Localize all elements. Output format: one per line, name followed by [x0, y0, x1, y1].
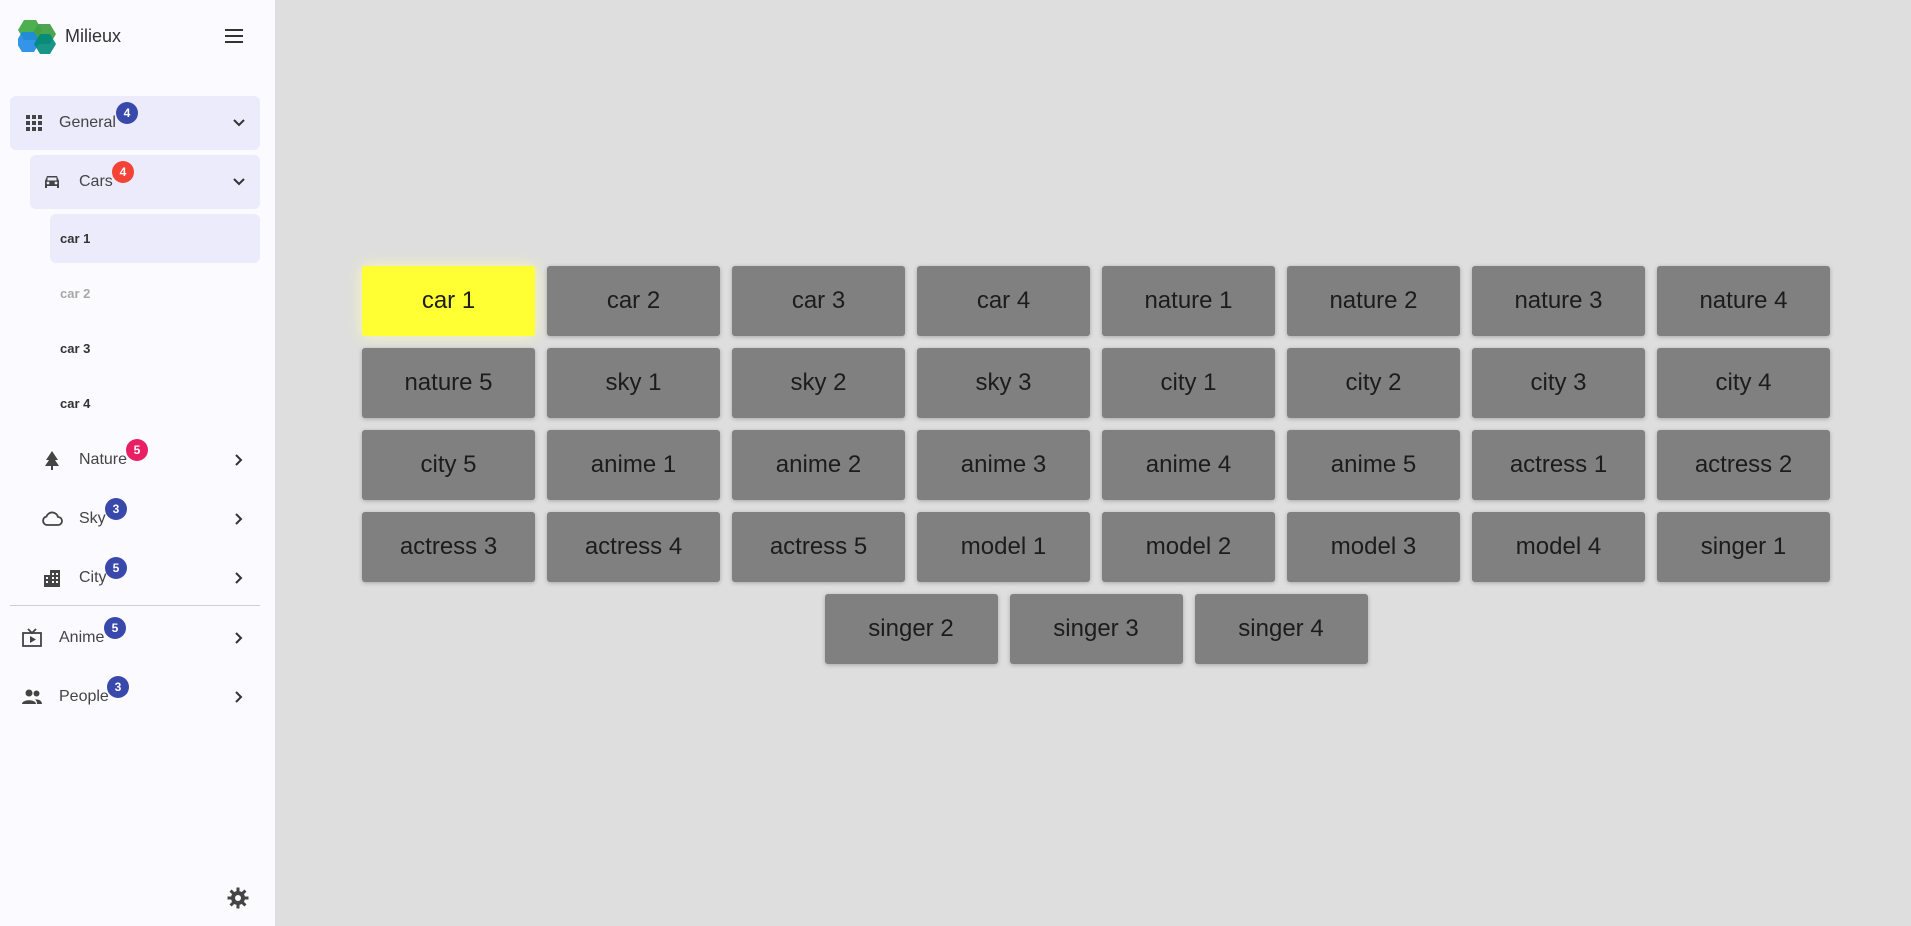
- image-tile-nature-2[interactable]: nature 2: [1287, 266, 1460, 336]
- image-tile-car-3[interactable]: car 3: [732, 266, 905, 336]
- sidebar-item-label: People: [59, 688, 109, 705]
- image-tile-city-4[interactable]: city 4: [1657, 348, 1830, 418]
- image-tile-city-5[interactable]: city 5: [362, 430, 535, 500]
- chevron-right-icon[interactable]: [230, 688, 248, 706]
- app-title: Milieux: [65, 26, 122, 46]
- sidebar-item-anime[interactable]: Anime 5: [10, 611, 260, 665]
- gear-icon[interactable]: [226, 886, 250, 910]
- sidebar-item-label: Anime: [59, 629, 105, 646]
- sidebar-subitem-car-2[interactable]: car 2: [50, 269, 260, 318]
- image-tile-model-2[interactable]: model 2: [1102, 512, 1275, 582]
- image-tile-nature-1[interactable]: nature 1: [1102, 266, 1275, 336]
- image-tile-model-4[interactable]: model 4: [1472, 512, 1645, 582]
- cloud-icon: [42, 511, 63, 526]
- image-tile-model-3[interactable]: model 3: [1287, 512, 1460, 582]
- sidebar-subitem-car-3[interactable]: car 3: [50, 324, 260, 373]
- image-tile-singer-3[interactable]: singer 3: [1009, 594, 1183, 664]
- image-tile-model-1[interactable]: model 1: [917, 512, 1090, 582]
- image-tile-singer-1[interactable]: singer 1: [1657, 512, 1830, 582]
- sidebar: Milieux General 4 Cars 4 car 1 car 2 car…: [0, 0, 275, 926]
- hamburger-menu-icon[interactable]: [223, 26, 247, 46]
- image-tile-anime-4[interactable]: anime 4: [1102, 430, 1275, 500]
- count-badge: 3: [105, 498, 127, 520]
- image-tile-car-4[interactable]: car 4: [917, 266, 1090, 336]
- sidebar-item-label: Nature: [79, 451, 128, 468]
- tv-icon: [22, 628, 42, 647]
- sidebar-subitem-car-4[interactable]: car 4: [50, 379, 260, 428]
- image-tile-actress-5[interactable]: actress 5: [732, 512, 905, 582]
- subitem-label: car 1: [60, 231, 91, 246]
- subitem-label: car 3: [60, 341, 91, 356]
- image-tile-anime-5[interactable]: anime 5: [1287, 430, 1460, 500]
- image-tile-anime-3[interactable]: anime 3: [917, 430, 1090, 500]
- people-icon: [22, 689, 42, 704]
- milieux-logo: [18, 20, 56, 54]
- image-tile-car-1[interactable]: car 1: [362, 266, 535, 336]
- image-tile-nature-4[interactable]: nature 4: [1657, 266, 1830, 336]
- chevron-right-icon[interactable]: [230, 569, 248, 587]
- sidebar-item-city[interactable]: City 5: [30, 551, 260, 605]
- chevron-right-icon[interactable]: [230, 629, 248, 647]
- count-badge: 5: [104, 617, 126, 639]
- tree-icon: [45, 451, 59, 470]
- image-tile-nature-5[interactable]: nature 5: [362, 348, 535, 418]
- image-tile-sky-1[interactable]: sky 1: [547, 348, 720, 418]
- image-tile-actress-3[interactable]: actress 3: [362, 512, 535, 582]
- count-badge: 5: [105, 557, 127, 579]
- city-icon: [44, 570, 60, 587]
- sidebar-item-nature[interactable]: Nature 5: [30, 433, 260, 487]
- sidebar-divider: [10, 605, 260, 606]
- sidebar-item-sky[interactable]: Sky 3: [30, 492, 260, 546]
- image-tile-actress-2[interactable]: actress 2: [1657, 430, 1830, 500]
- image-tile-actress-4[interactable]: actress 4: [547, 512, 720, 582]
- image-tile-sky-3[interactable]: sky 3: [917, 348, 1090, 418]
- image-tile-nature-3[interactable]: nature 3: [1472, 266, 1645, 336]
- chevron-right-icon[interactable]: [230, 510, 248, 528]
- subitem-label: car 2: [60, 286, 91, 301]
- image-tile-singer-2[interactable]: singer 2: [824, 594, 998, 664]
- chevron-right-icon[interactable]: [230, 451, 248, 469]
- sidebar-item-label: General: [59, 114, 116, 131]
- image-tile-singer-4[interactable]: singer 4: [1194, 594, 1368, 664]
- sidebar-subitem-car-1[interactable]: car 1: [50, 214, 260, 263]
- image-tile-anime-1[interactable]: anime 1: [547, 430, 720, 500]
- image-tile-city-3[interactable]: city 3: [1472, 348, 1645, 418]
- image-tile-sky-2[interactable]: sky 2: [732, 348, 905, 418]
- sidebar-item-cars[interactable]: Cars 4: [30, 155, 260, 209]
- sidebar-item-label: Sky: [79, 510, 106, 527]
- count-badge: 4: [116, 102, 138, 124]
- chevron-down-icon[interactable]: [230, 173, 248, 191]
- count-badge: 3: [107, 676, 129, 698]
- grid-icon: [26, 115, 42, 131]
- sidebar-item-label: City: [79, 569, 107, 586]
- logo-row: Milieux: [18, 18, 258, 54]
- car-icon: [45, 176, 59, 188]
- image-tile-city-2[interactable]: city 2: [1287, 348, 1460, 418]
- image-tile-actress-1[interactable]: actress 1: [1472, 430, 1645, 500]
- subitem-label: car 4: [60, 396, 91, 411]
- image-tile-city-1[interactable]: city 1: [1102, 348, 1275, 418]
- sidebar-item-people[interactable]: People 3: [10, 670, 260, 724]
- count-badge: 5: [126, 439, 148, 461]
- image-tile-car-2[interactable]: car 2: [547, 266, 720, 336]
- count-badge: 4: [112, 161, 134, 183]
- sidebar-item-label: Cars: [79, 173, 113, 190]
- sidebar-item-general[interactable]: General 4: [10, 96, 260, 150]
- image-tile-anime-2[interactable]: anime 2: [732, 430, 905, 500]
- chevron-down-icon[interactable]: [230, 114, 248, 132]
